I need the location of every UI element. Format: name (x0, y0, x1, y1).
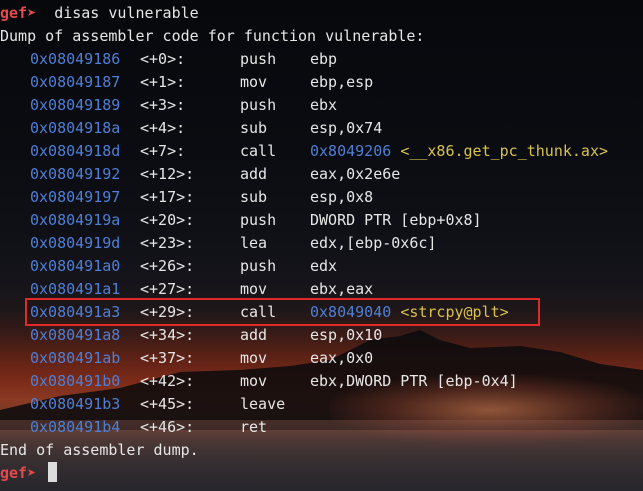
call-target-symbol: <strcpy@plt> (400, 303, 509, 321)
terminal[interactable]: gef➤ disas vulnerable Dump of assembler … (0, 2, 643, 485)
instruction-offset: <+37>: (140, 349, 195, 367)
command-text: disas vulnerable (54, 4, 199, 22)
instruction-address: 0x080491ab (30, 349, 121, 367)
instruction-address: 0x0804919d (30, 234, 121, 252)
instruction-row: 0x0804918a <+4>: sub esp,0x74 (0, 117, 643, 140)
instruction-row: 0x080491a1 <+27>: mov ebx,eax (0, 278, 643, 301)
instruction-row: 0x080491a0 <+26>: push edx (0, 255, 643, 278)
instruction-offset: <+45>: (140, 395, 195, 413)
instruction-operands: ebp,esp (310, 73, 374, 91)
instruction-operands: edx,[ebp-0x6c] (310, 234, 437, 252)
instruction-mnemonic: sub (240, 188, 268, 206)
instruction-offset: <+17>: (140, 188, 195, 206)
instruction-row: 0x08049197 <+17>: sub esp,0x8 (0, 186, 643, 209)
instruction-operands: edx (310, 257, 338, 275)
instruction-row: 0x08049186 <+0>: push ebp (0, 48, 643, 71)
instruction-mnemonic: mov (240, 349, 268, 367)
instruction-row: 0x08049189 <+3>: push ebx (0, 94, 643, 117)
instruction-offset: <+12>: (140, 165, 195, 183)
instruction-address: 0x080491a1 (30, 280, 121, 298)
instruction-mnemonic: push (240, 50, 277, 68)
instruction-address: 0x08049192 (30, 165, 121, 183)
instruction-mnemonic: call (240, 303, 277, 321)
instruction-row: 0x08049187 <+1>: mov ebp,esp (0, 71, 643, 94)
instruction-row: 0x080491a3 <+29>: call 0x8049040 <strcpy@pl… (0, 301, 643, 324)
instruction-mnemonic: ret (240, 418, 268, 436)
instruction-operands: esp,0x10 (310, 326, 383, 344)
instruction-mnemonic: mov (240, 280, 268, 298)
instruction-address: 0x080491a8 (30, 326, 121, 344)
instruction-address: 0x0804919a (30, 211, 121, 229)
instruction-offset: <+3>: (140, 96, 186, 114)
instruction-offset: <+20>: (140, 211, 195, 229)
instruction-operands: eax,0x0 (310, 349, 374, 367)
instruction-mnemonic: lea (240, 234, 268, 252)
instruction-address: 0x0804918a (30, 119, 121, 137)
instruction-address: 0x080491a3 (30, 303, 121, 321)
instruction-mnemonic: call (240, 142, 277, 160)
instruction-mnemonic: mov (240, 372, 268, 390)
instruction-row: 0x080491b3 <+45>: leave (0, 393, 643, 416)
instruction-operands: eax,0x2e6e (310, 165, 401, 183)
input-line[interactable]: gef➤ (0, 462, 643, 485)
instruction-operands: esp,0x8 (310, 188, 374, 206)
call-target-symbol: <__x86.get_pc_thunk.ax> (400, 142, 609, 160)
instruction-mnemonic: leave (240, 395, 286, 413)
instruction-row: 0x08049192 <+12>: add eax,0x2e6e (0, 163, 643, 186)
instruction-offset: <+26>: (140, 257, 195, 275)
instruction-row: 0x080491a8 <+34>: add esp,0x10 (0, 324, 643, 347)
dump-header: Dump of assembler code for function vuln… (0, 27, 425, 45)
instruction-address: 0x08049189 (30, 96, 121, 114)
instruction-row: 0x0804919a <+20>: push DWORD PTR [ebp+0x8] (0, 209, 643, 232)
prompt-arrow-icon: ➤ (27, 464, 37, 482)
instruction-address: 0x080491b0 (30, 372, 121, 390)
instruction-address: 0x080491b3 (30, 395, 121, 413)
instruction-row: 0x0804918d <+7>: call 0x8049206 <__x86.get_… (0, 140, 643, 163)
instruction-row: 0x080491b4 <+46>: ret (0, 416, 643, 439)
command-line: gef➤ disas vulnerable (0, 2, 643, 25)
instruction-operands: ebx,eax (310, 280, 374, 298)
instruction-mnemonic: add (240, 326, 268, 344)
assembly-listing: 0x08049186 <+0>: push ebp 0x08049187 <+1>: mov… (0, 48, 643, 439)
text-cursor (48, 462, 58, 482)
instruction-offset: <+4>: (140, 119, 186, 137)
instruction-row: 0x080491b0 <+42>: mov ebx,DWORD PTR [ebp-0x… (0, 370, 643, 393)
instruction-offset: <+46>: (140, 418, 195, 436)
call-target-address: 0x8049040 (310, 303, 392, 321)
instruction-mnemonic: push (240, 257, 277, 275)
instruction-operands: ebx,DWORD PTR [ebp-0x4] (310, 372, 518, 390)
instruction-address: 0x08049197 (30, 188, 121, 206)
prompt-label: gef (0, 4, 28, 22)
instruction-mnemonic: add (240, 165, 268, 183)
instruction-offset: <+29>: (140, 303, 195, 321)
call-target-address: 0x8049206 (310, 142, 392, 160)
instruction-offset: <+34>: (140, 326, 195, 344)
instruction-address: 0x080491a0 (30, 257, 121, 275)
instruction-row: 0x080491ab <+37>: mov eax,0x0 (0, 347, 643, 370)
instruction-offset: <+42>: (140, 372, 195, 390)
instruction-address: 0x08049187 (30, 73, 121, 91)
instruction-offset: <+27>: (140, 280, 195, 298)
instruction-operands: ebx (310, 96, 338, 114)
instruction-operands: DWORD PTR [ebp+0x8] (310, 211, 482, 229)
instruction-address: 0x08049186 (30, 50, 121, 68)
instruction-mnemonic: push (240, 96, 277, 114)
instruction-address: 0x080491b4 (30, 418, 121, 436)
instruction-row: 0x0804919d <+23>: lea edx,[ebp-0x6c] (0, 232, 643, 255)
instruction-offset: <+0>: (140, 50, 186, 68)
instruction-address: 0x0804918d (30, 142, 121, 160)
instruction-mnemonic: push (240, 211, 277, 229)
instruction-mnemonic: mov (240, 73, 268, 91)
prompt-label: gef (0, 464, 28, 482)
instruction-offset: <+23>: (140, 234, 195, 252)
instruction-mnemonic: sub (240, 119, 268, 137)
instruction-offset: <+1>: (140, 73, 186, 91)
instruction-operands: ebp (310, 50, 338, 68)
prompt-arrow-icon: ➤ (27, 4, 37, 22)
dump-footer: End of assembler dump. (0, 441, 199, 459)
instruction-offset: <+7>: (140, 142, 186, 160)
instruction-operands: esp,0x74 (310, 119, 383, 137)
